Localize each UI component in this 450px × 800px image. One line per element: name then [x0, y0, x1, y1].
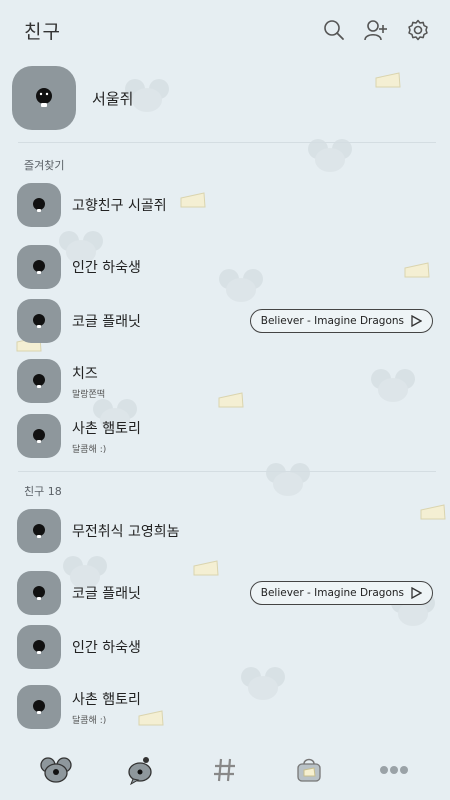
avatar	[12, 66, 76, 130]
shop-tab-icon[interactable]	[285, 750, 333, 790]
mouse-decoration-icon	[308, 139, 352, 172]
profile-name: 서울쥐	[92, 89, 134, 108]
friend-name: 사촌 햄토리	[72, 420, 141, 437]
divider	[18, 471, 436, 472]
settings-icon[interactable]	[406, 18, 430, 42]
favorites-section-label: 즐겨찾기	[24, 159, 65, 172]
friend-name: 무전취식 고영희놈	[72, 524, 180, 540]
music-title: Believer - Imagine Dragons	[260, 587, 404, 599]
avatar	[17, 685, 61, 729]
friend-status: 달콤해 :)	[72, 444, 107, 455]
page-title: 친구	[24, 20, 61, 43]
avatar	[17, 245, 61, 289]
mouse-face-icon	[33, 260, 45, 274]
mouse-face-icon	[33, 314, 45, 328]
mouse-face-icon	[33, 524, 45, 538]
more-tab-icon[interactable]	[370, 750, 418, 790]
mouse-face-icon	[33, 429, 45, 443]
friend-status: 말랑쫀떡	[72, 389, 106, 400]
avatar	[17, 299, 61, 343]
list-item[interactable]: 사촌 햄토리 달콤해 :)	[17, 413, 433, 459]
friend-name: 치즈	[72, 365, 98, 382]
avatar	[17, 571, 61, 615]
list-item[interactable]: 치즈 말랑쫀떡	[17, 358, 433, 404]
header: 친구	[0, 0, 450, 60]
mouse-face-icon	[33, 198, 45, 212]
list-item[interactable]: 인간 하숙생	[17, 244, 433, 290]
mouse-face-icon	[33, 640, 45, 654]
profile-music-button[interactable]: Believer - Imagine Dragons	[249, 309, 433, 333]
friends-tab-icon[interactable]	[32, 750, 80, 790]
friend-status: 달콤해 :)	[72, 715, 107, 726]
avatar	[17, 359, 61, 403]
cheese-decoration-icon	[375, 72, 401, 88]
list-item[interactable]: 코글 플래닛 Believer - Imagine Dragons	[17, 570, 433, 616]
list-item[interactable]: 코글 플래닛 Believer - Imagine Dragons	[17, 298, 433, 344]
profile-music-button[interactable]: Believer - Imagine Dragons	[249, 581, 433, 605]
avatar	[17, 625, 61, 669]
friends-section-label: 친구 18	[24, 485, 62, 498]
mouse-face-icon	[33, 374, 45, 388]
friend-name: 인간 하숙생	[72, 260, 141, 276]
list-item[interactable]: 인간 하숙생	[17, 624, 433, 670]
mouse-decoration-icon	[266, 463, 310, 496]
avatar	[17, 414, 61, 458]
avatar	[17, 183, 61, 227]
play-icon	[411, 587, 422, 599]
music-title: Believer - Imagine Dragons	[260, 315, 404, 327]
friend-name: 고향친구 시골쥐	[72, 198, 167, 214]
friend-name: 사촌 햄토리	[72, 691, 141, 708]
mouse-face-icon	[33, 700, 45, 714]
list-item[interactable]: 사촌 햄토리 달콤해 :)	[17, 684, 433, 730]
my-profile[interactable]: 서울쥐	[12, 66, 133, 130]
friend-name: 인간 하숙생	[72, 640, 141, 656]
play-icon	[411, 315, 422, 327]
divider	[18, 142, 436, 143]
list-item[interactable]: 고향친구 시골쥐	[17, 182, 433, 228]
avatar	[17, 509, 61, 553]
mouse-face-icon	[33, 586, 45, 600]
mouse-face-icon	[36, 88, 52, 107]
header-actions	[322, 18, 430, 42]
add-friend-icon[interactable]	[364, 18, 388, 42]
search-icon[interactable]	[322, 18, 346, 42]
list-item[interactable]: 무전취식 고영희놈	[17, 508, 433, 554]
chat-tab-icon[interactable]	[117, 750, 165, 790]
bottom-nav	[0, 740, 450, 800]
hashtag-tab-icon[interactable]	[201, 750, 249, 790]
